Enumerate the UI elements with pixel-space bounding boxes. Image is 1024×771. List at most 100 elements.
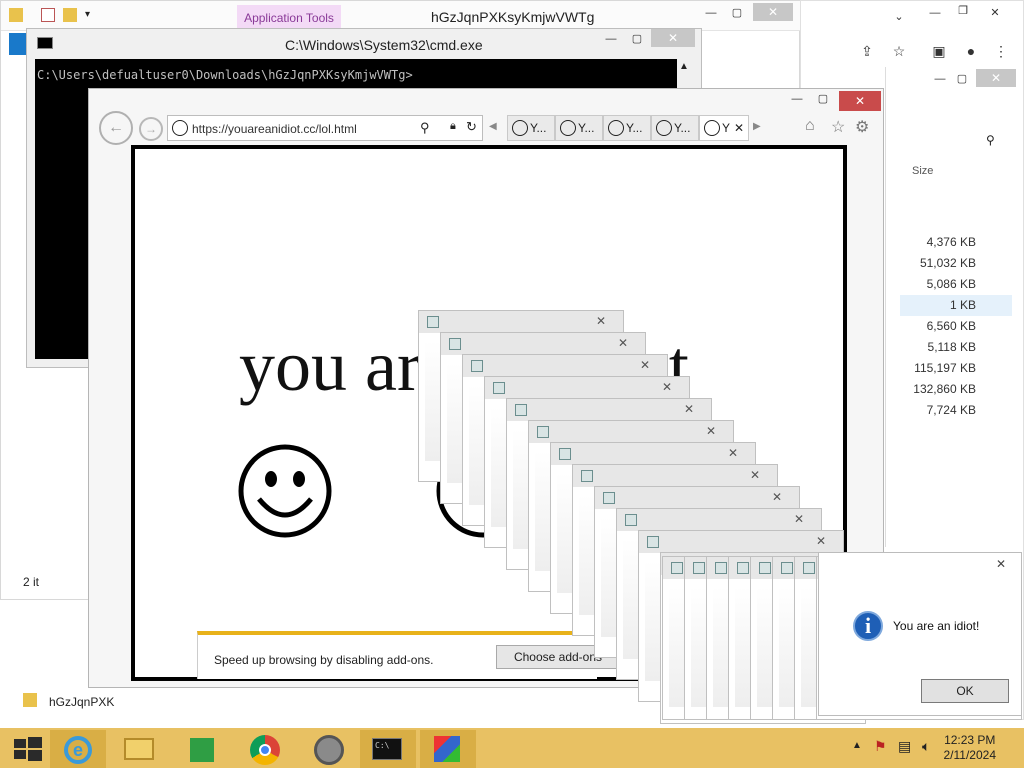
lock-icon[interactable]: 🔒︎ bbox=[450, 120, 456, 133]
message-box: ✕ i You are an idiot! OK bbox=[818, 552, 1022, 716]
settings-gear-icon[interactable]: ⚙ bbox=[855, 117, 869, 137]
maximize-icon[interactable]: ▢ bbox=[623, 31, 651, 49]
tab-youareanidiot[interactable]: Y... bbox=[507, 115, 555, 141]
close-icon[interactable]: ✕ bbox=[587, 313, 615, 330]
list-item[interactable]: 1 KB bbox=[900, 295, 1012, 316]
close-icon[interactable]: ✕ bbox=[981, 5, 1009, 23]
minimize-icon[interactable]: — bbox=[783, 91, 811, 109]
tab-youareanidiot[interactable]: Y... bbox=[555, 115, 603, 141]
search-icon[interactable]: ⚲ bbox=[420, 120, 430, 136]
close-icon[interactable]: ✕ bbox=[719, 445, 747, 462]
close-icon[interactable]: ✕ bbox=[753, 3, 793, 21]
back-icon[interactable]: ← bbox=[99, 111, 133, 145]
maximize-icon[interactable]: ▢ bbox=[809, 91, 837, 109]
share-icon[interactable]: ⇪ bbox=[853, 43, 881, 61]
address-bar[interactable]: https://youareanidiot.cc/lol.html ⚲ 🔒︎ ↻ bbox=[167, 115, 483, 141]
close-icon[interactable]: ✕ bbox=[976, 69, 1016, 87]
show-hidden-icons-icon[interactable]: ▲ bbox=[852, 740, 862, 751]
explorer-title: hGzJqnPXKsyKmjwVWTg bbox=[431, 9, 595, 25]
cmd-title: C:\Windows\System32\cmd.exe bbox=[285, 37, 483, 53]
maximize-icon[interactable]: ▢ bbox=[723, 5, 751, 23]
popup-titlebar[interactable]: ✕ bbox=[419, 311, 623, 333]
refresh-icon[interactable]: ↻ bbox=[466, 119, 477, 135]
application-tools-tab[interactable]: Application Tools bbox=[237, 5, 341, 29]
taskbar-store[interactable] bbox=[174, 730, 230, 768]
network-icon[interactable]: ▤ bbox=[898, 738, 911, 755]
ok-button[interactable]: OK bbox=[921, 679, 1009, 703]
taskbar-app[interactable] bbox=[420, 730, 476, 768]
list-item[interactable]: 51,032 KB bbox=[900, 253, 1012, 274]
tab-scroll-left-icon[interactable]: ◀ bbox=[489, 121, 497, 132]
close-icon[interactable]: ✕ bbox=[987, 555, 1015, 573]
menu-icon[interactable]: ⋮ bbox=[987, 43, 1015, 61]
list-item[interactable]: 132,860 KB bbox=[900, 379, 1012, 400]
close-icon[interactable]: ✕ bbox=[807, 533, 835, 550]
close-tab-icon[interactable]: ✕ bbox=[734, 116, 744, 140]
tab-youareanidiot[interactable]: Y... bbox=[651, 115, 699, 141]
list-item[interactable]: 6,560 KB bbox=[900, 316, 1012, 337]
action-center-flag-icon[interactable]: ⚑ bbox=[874, 738, 887, 755]
notification-text: Speed up browsing by disabling add-ons. bbox=[214, 653, 434, 667]
popup-titlebar[interactable]: ✕ bbox=[529, 421, 733, 443]
popup-titlebar[interactable]: ✕ bbox=[463, 355, 667, 377]
close-icon[interactable]: ✕ bbox=[763, 489, 791, 506]
ie-icon: e bbox=[64, 736, 92, 764]
taskbar-ie[interactable]: e bbox=[50, 730, 106, 768]
close-icon[interactable]: ✕ bbox=[651, 29, 695, 47]
star-icon[interactable]: ☆ bbox=[885, 43, 913, 61]
taskbar-compass-app[interactable] bbox=[300, 730, 356, 768]
popup-titlebar[interactable]: ✕ bbox=[639, 531, 843, 553]
list-item[interactable]: 7,724 KB bbox=[900, 400, 1012, 421]
sidepanel-icon[interactable]: ▣ bbox=[925, 43, 953, 61]
taskbar-explorer[interactable] bbox=[112, 730, 168, 768]
app-icon bbox=[603, 492, 615, 504]
start-button[interactable] bbox=[0, 730, 56, 768]
close-icon[interactable]: ✕ bbox=[785, 511, 813, 528]
popup-titlebar[interactable]: ✕ bbox=[441, 333, 645, 355]
popup-titlebar[interactable]: ✕ bbox=[551, 443, 755, 465]
list-item[interactable]: 115,197 KB bbox=[900, 358, 1012, 379]
home-icon[interactable]: ⌂ bbox=[805, 117, 815, 135]
list-item[interactable]: 5,086 KB bbox=[900, 274, 1012, 295]
close-icon[interactable]: ✕ bbox=[653, 379, 681, 396]
taskbar-cmd[interactable]: C:\ bbox=[360, 730, 416, 768]
close-icon[interactable]: ✕ bbox=[697, 423, 725, 440]
folder-icon bbox=[9, 8, 23, 22]
system-clock[interactable]: 12:23 PM 2/11/2024 bbox=[944, 733, 997, 763]
scroll-up-icon[interactable]: ▲ bbox=[679, 61, 689, 72]
close-icon[interactable]: ✕ bbox=[631, 357, 659, 374]
popup-titlebar[interactable]: ✕ bbox=[595, 487, 799, 509]
profile-icon[interactable]: ● bbox=[957, 43, 985, 61]
close-icon[interactable]: ✕ bbox=[675, 401, 703, 418]
list-item[interactable]: 4,376 KB bbox=[900, 232, 1012, 253]
url-text[interactable]: https://youareanidiot.cc/lol.html bbox=[192, 122, 357, 136]
popup-titlebar[interactable]: ✕ bbox=[507, 399, 711, 421]
quick-access-dropdown-icon[interactable]: ▾ bbox=[85, 9, 90, 20]
new-folder-icon[interactable] bbox=[63, 8, 77, 22]
restore-icon[interactable]: ❐ bbox=[949, 3, 977, 21]
app-icon bbox=[737, 562, 749, 574]
volume-muted-icon[interactable]: 🔈︎ bbox=[922, 738, 930, 755]
properties-icon[interactable] bbox=[41, 8, 55, 22]
minimize-icon[interactable]: — bbox=[597, 31, 625, 49]
minimize-icon[interactable]: — bbox=[921, 5, 949, 23]
popup-titlebar[interactable]: ✕ bbox=[485, 377, 689, 399]
tab-scroll-right-icon[interactable]: ▶ bbox=[753, 121, 761, 132]
tab-youareanidiot-active[interactable]: Y ✕ bbox=[699, 115, 749, 141]
close-icon[interactable]: ✕ bbox=[609, 335, 637, 352]
close-icon[interactable]: ✕ bbox=[741, 467, 769, 484]
popup-titlebar[interactable]: ✕ bbox=[617, 509, 821, 531]
maximize-icon[interactable]: ▢ bbox=[948, 71, 976, 89]
popup-titlebar[interactable]: ✕ bbox=[573, 465, 777, 487]
favorites-star-icon[interactable]: ☆ bbox=[831, 117, 845, 137]
chevron-down-icon[interactable]: ⌄ bbox=[885, 9, 913, 27]
minimize-icon[interactable]: — bbox=[697, 5, 725, 23]
list-item[interactable]: 5,118 KB bbox=[900, 337, 1012, 358]
close-icon[interactable]: ✕ bbox=[839, 91, 881, 111]
search-icon[interactable]: ⚲ bbox=[986, 133, 995, 147]
forward-icon[interactable]: → bbox=[139, 117, 163, 141]
tab-youareanidiot[interactable]: Y... bbox=[603, 115, 651, 141]
clock-date: 2/11/2024 bbox=[943, 748, 997, 762]
taskbar-chrome[interactable] bbox=[236, 730, 292, 768]
clock-time: 12:23 PM bbox=[944, 733, 996, 747]
